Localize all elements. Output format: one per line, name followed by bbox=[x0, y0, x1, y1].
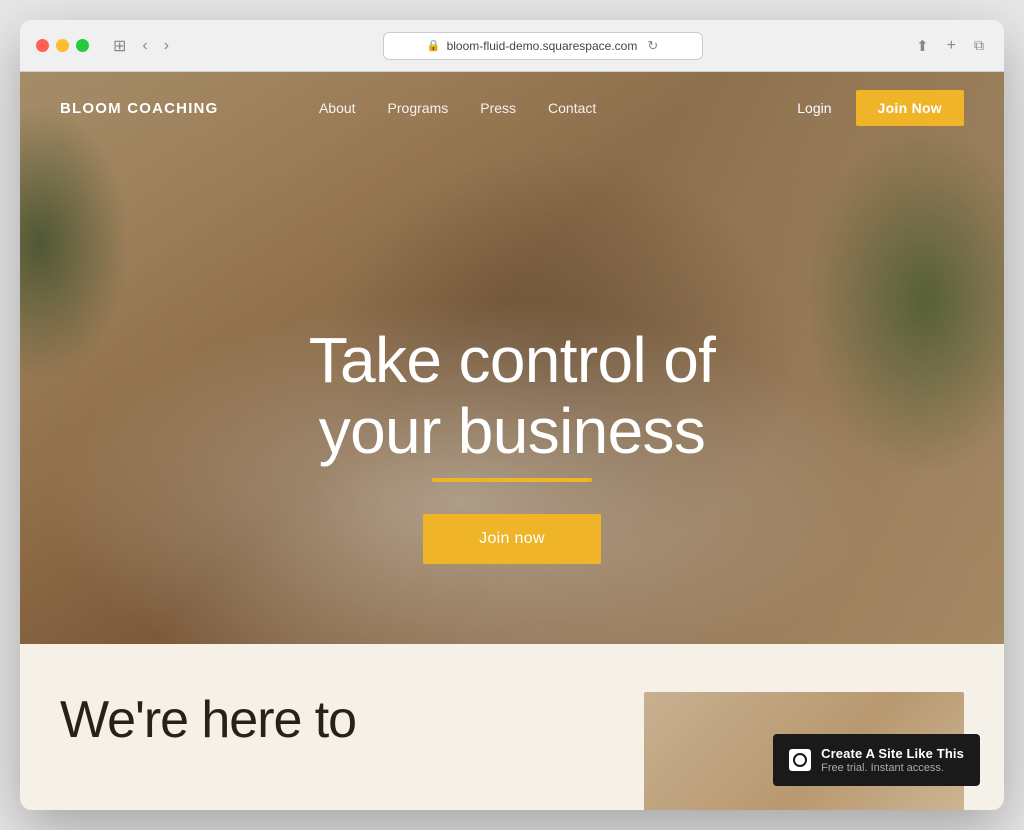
minimize-button[interactable] bbox=[56, 39, 69, 52]
hero-title: Take control of your business bbox=[60, 325, 964, 466]
squarespace-logo bbox=[793, 753, 807, 767]
hero-content: Take control of your business Join now bbox=[20, 325, 1004, 564]
hero-title-line2: your business bbox=[319, 395, 706, 467]
address-bar: 🔒 bloom-fluid-demo.squarespace.com ↻ bbox=[185, 32, 900, 60]
website-content[interactable]: BLOOM COACHING About Programs Press Cont… bbox=[20, 72, 1004, 810]
traffic-lights bbox=[36, 39, 89, 52]
below-fold-heading: We're here to bbox=[60, 692, 604, 749]
fullscreen-button[interactable] bbox=[76, 39, 89, 52]
nav-contact[interactable]: Contact bbox=[548, 100, 596, 116]
forward-button[interactable]: › bbox=[160, 35, 173, 57]
sidebar-toggle-button[interactable]: ⊞ bbox=[109, 34, 130, 58]
share-button[interactable]: ⬆ bbox=[912, 35, 933, 57]
back-button[interactable]: ‹ bbox=[138, 35, 151, 57]
below-fold-text: We're here to bbox=[60, 692, 604, 749]
squarespace-badge[interactable]: Create A Site Like This Free trial. Inst… bbox=[773, 734, 980, 786]
login-button[interactable]: Login bbox=[797, 100, 831, 116]
nav-right: Login Join Now bbox=[797, 90, 964, 126]
hero-cta-button[interactable]: Join now bbox=[423, 514, 601, 564]
squarespace-badge-text: Create A Site Like This Free trial. Inst… bbox=[821, 746, 964, 774]
navigation: BLOOM COACHING About Programs Press Cont… bbox=[20, 72, 1004, 144]
squarespace-icon bbox=[789, 749, 811, 771]
hero-underline-decoration bbox=[432, 478, 592, 482]
nav-programs[interactable]: Programs bbox=[388, 100, 449, 116]
browser-controls: ⊞ ‹ › bbox=[109, 34, 173, 58]
nav-press[interactable]: Press bbox=[480, 100, 516, 116]
reload-icon: ↻ bbox=[647, 38, 658, 54]
below-fold-heading-line1: We're here to bbox=[60, 691, 356, 749]
lock-icon: 🔒 bbox=[427, 39, 441, 52]
close-button[interactable] bbox=[36, 39, 49, 52]
hero-section: Take control of your business Join now bbox=[20, 72, 1004, 644]
nav-about[interactable]: About bbox=[319, 100, 356, 116]
site-logo[interactable]: BLOOM COACHING bbox=[60, 100, 218, 117]
squarespace-badge-title: Create A Site Like This bbox=[821, 746, 964, 761]
tab-overview-button[interactable]: ⧉ bbox=[970, 35, 988, 56]
join-now-button[interactable]: Join Now bbox=[856, 90, 964, 126]
new-tab-button[interactable]: + bbox=[943, 35, 960, 57]
squarespace-badge-subtitle: Free trial. Instant access. bbox=[821, 762, 964, 774]
browser-chrome: ⊞ ‹ › 🔒 bloom-fluid-demo.squarespace.com… bbox=[20, 20, 1004, 72]
browser-window: ⊞ ‹ › 🔒 bloom-fluid-demo.squarespace.com… bbox=[20, 20, 1004, 810]
browser-actions: ⬆ + ⧉ bbox=[912, 35, 988, 57]
nav-links: About Programs Press Contact bbox=[319, 100, 596, 116]
url-text: bloom-fluid-demo.squarespace.com bbox=[447, 39, 638, 53]
hero-title-line1: Take control of bbox=[309, 324, 716, 396]
url-input[interactable]: 🔒 bloom-fluid-demo.squarespace.com ↻ bbox=[383, 32, 703, 60]
